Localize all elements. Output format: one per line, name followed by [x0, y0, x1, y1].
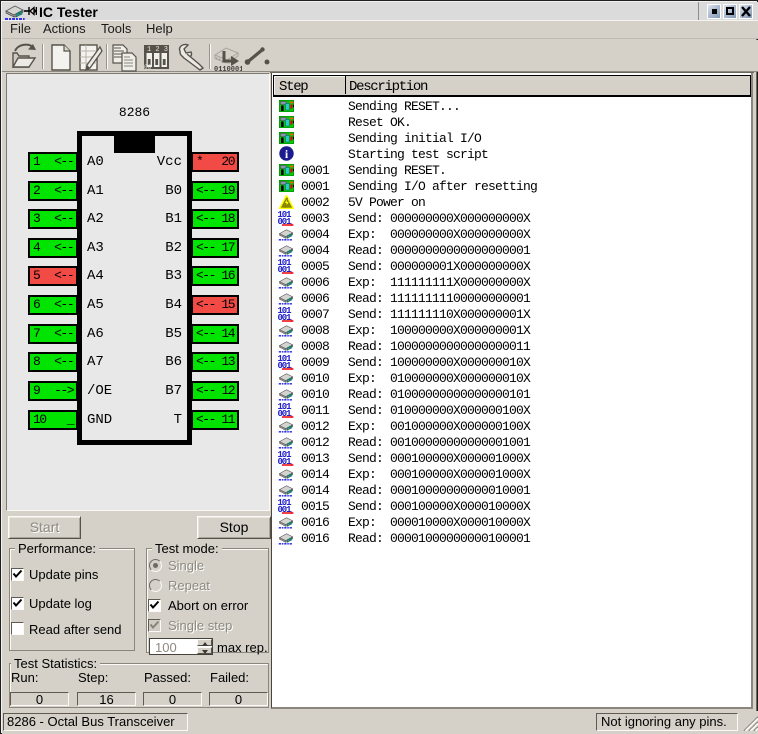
svg-text:1 2 3: 1 2 3: [147, 46, 168, 54]
svg-text:0110001: 0110001: [214, 66, 242, 72]
svg-text:00: 00: [144, 64, 152, 71]
